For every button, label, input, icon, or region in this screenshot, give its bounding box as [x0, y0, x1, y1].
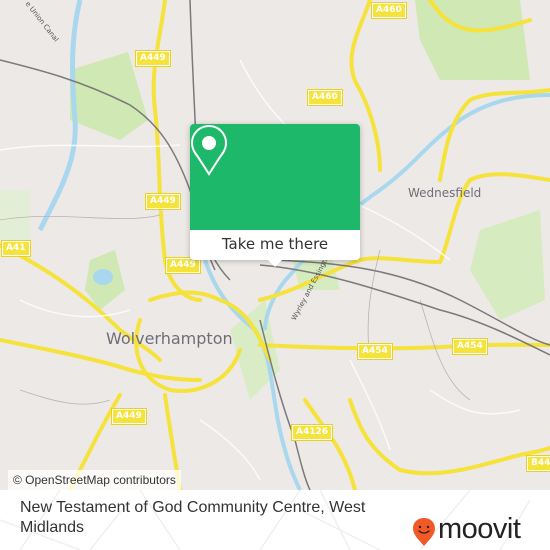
place-label-wolverhampton: Wolverhampton	[106, 329, 233, 348]
map-view[interactable]: A460 A449 A460 A449 A41 A449 A454 A454 A…	[0, 0, 550, 490]
road-label-a449: A449	[145, 193, 181, 210]
popup-header	[190, 124, 360, 230]
road-label-a460: A460	[371, 2, 407, 19]
lake	[93, 269, 113, 285]
park-area	[0, 190, 30, 240]
road-a454	[258, 342, 550, 351]
road-label-b44: B44	[525, 455, 550, 472]
road-label-a460: A460	[307, 89, 343, 106]
road-label-a454: A454	[357, 343, 393, 360]
park-area	[415, 0, 530, 80]
take-me-there-button[interactable]: Take me there	[190, 230, 360, 260]
moovit-smile-pin-icon	[413, 518, 435, 546]
road	[348, 398, 550, 476]
location-title: New Testament of God Community Centre, W…	[20, 499, 366, 536]
location-popup: Take me there	[190, 124, 360, 267]
road-label-a449: A449	[111, 408, 147, 425]
place-label-wednesfield: Wednesfield	[408, 186, 482, 200]
map-attribution[interactable]: © OpenStreetMap contributors	[8, 470, 181, 490]
moovit-logo[interactable]: moovit	[412, 512, 521, 550]
road-label-a4126: A4126	[290, 424, 334, 441]
popup-pointer	[267, 259, 283, 267]
road-label-a449: A449	[165, 257, 201, 274]
road-label-a449: A449	[135, 50, 171, 67]
footer: New Testament of God Community Centre, W…	[0, 490, 550, 550]
road-label-a454: A454	[452, 338, 488, 355]
road-a4126	[303, 398, 357, 490]
park-area	[470, 210, 545, 320]
map-pin-icon	[190, 124, 228, 176]
road-label-a41: A41	[1, 240, 31, 257]
moovit-logo-text: moovit	[438, 512, 521, 545]
